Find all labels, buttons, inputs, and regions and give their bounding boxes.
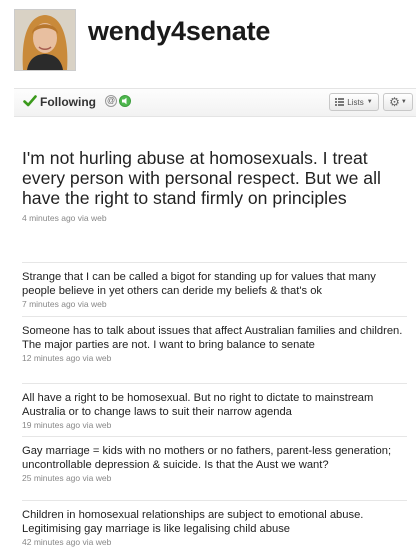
tweet-item: Children in homosexual relationships are… <box>22 500 407 547</box>
lists-label: Lists <box>347 97 364 107</box>
tweet-text: All have a right to be homosexual. But n… <box>22 392 374 418</box>
lists-button[interactable]: Lists ▼ <box>329 93 379 111</box>
checkmark-icon <box>23 95 37 107</box>
settings-menu-button[interactable]: ⚙ ▼ <box>383 93 413 111</box>
device-notification-icon[interactable] <box>119 95 131 107</box>
profile-action-bar: Following @ Lists ▼ ⚙ ▼ <box>14 88 416 117</box>
following-button[interactable]: Following <box>40 95 96 109</box>
featured-tweet-timestamp[interactable]: 4 minutes ago via web <box>22 213 402 223</box>
tweet-text: Strange that I can be called a bigot for… <box>22 271 376 297</box>
avatar[interactable] <box>14 9 76 71</box>
tweet-item: Gay marriage = kids with no mothers or n… <box>22 436 407 483</box>
tweet-timestamp[interactable]: 7 minutes ago via web <box>22 299 407 309</box>
chevron-down-icon: ▼ <box>366 99 373 105</box>
profile-username: wendy4senate <box>88 15 271 46</box>
chevron-down-icon: ▼ <box>400 99 407 105</box>
tweet-timestamp[interactable]: 19 minutes ago via web <box>22 420 407 430</box>
avatar-image <box>15 10 75 70</box>
tweet-text: Someone has to talk about issues that af… <box>22 325 403 351</box>
lists-icon <box>335 98 345 106</box>
tweet-timestamp[interactable]: 25 minutes ago via web <box>22 473 407 483</box>
tweet-text: Gay marriage = kids with no mothers or n… <box>22 445 392 471</box>
tweet-text: Children in homosexual relationships are… <box>22 509 364 535</box>
tweet-item: Someone has to talk about issues that af… <box>22 316 407 363</box>
tweet-timestamp[interactable]: 12 minutes ago via web <box>22 353 407 363</box>
mention-icon[interactable]: @ <box>105 95 117 107</box>
gear-icon: ⚙ <box>389 95 400 109</box>
profile-header: wendy4senate <box>14 8 270 72</box>
tweet-timestamp[interactable]: 42 minutes ago via web <box>22 537 407 547</box>
featured-tweet-text: I'm not hurling abuse at homosexuals. I … <box>22 148 381 208</box>
featured-tweet: I'm not hurling abuse at homosexuals. I … <box>22 148 402 223</box>
tweet-item: All have a right to be homosexual. But n… <box>22 383 407 430</box>
tweet-item: Strange that I can be called a bigot for… <box>22 262 407 309</box>
